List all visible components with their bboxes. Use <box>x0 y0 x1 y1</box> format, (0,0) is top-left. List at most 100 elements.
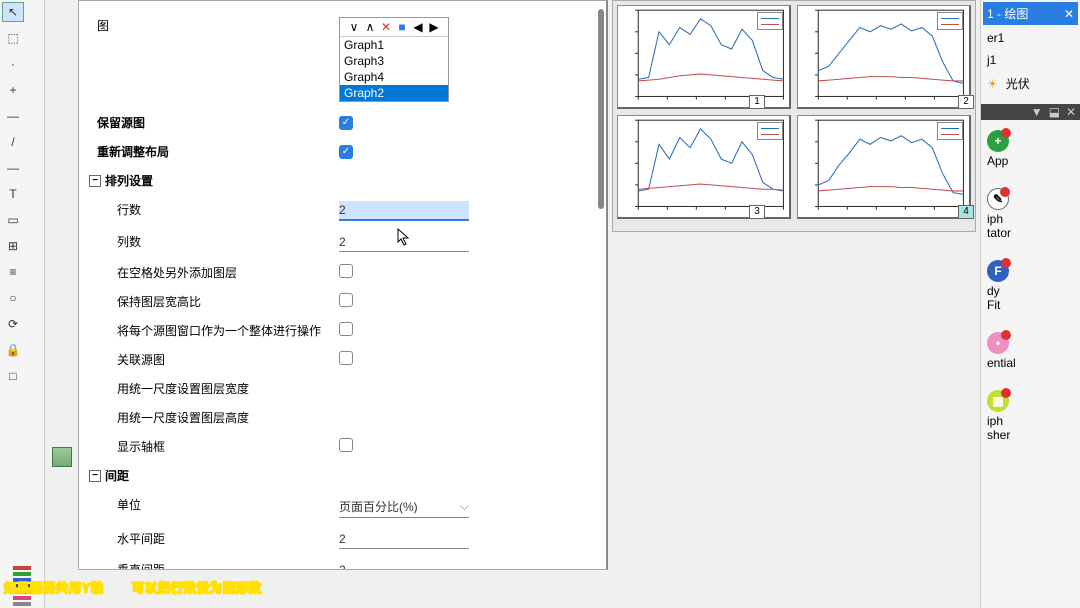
source-block-checkbox[interactable] <box>339 322 353 336</box>
close-panel-icon[interactable]: ✕ <box>1066 105 1076 119</box>
tool-5[interactable]: / <box>2 132 24 152</box>
chart-index-badge: 1 <box>749 95 765 109</box>
uniform-height-label: 用统一尺度设置图层高度 <box>89 409 339 426</box>
rearrange-checkbox[interactable]: ✓ <box>339 145 353 159</box>
show-axis-frame-label: 显示轴框 <box>89 438 339 455</box>
arrange-expander[interactable]: − <box>89 175 101 187</box>
right-item-j1[interactable]: j1 <box>981 49 1080 71</box>
keep-aspect-checkbox[interactable] <box>339 293 353 307</box>
keep-source-checkbox[interactable]: ✓ <box>339 116 353 130</box>
right-sidebar: 1 - 绘图 ✕ er1 j1 ☀ 光伏 ▼ ⬓ ✕ + App✎ iph ta… <box>980 0 1080 608</box>
listbox-tool-2[interactable]: ✕ <box>379 20 393 34</box>
h-gap-label: 水平间距 <box>89 530 339 547</box>
tool-3[interactable]: + <box>2 80 24 100</box>
cols-input[interactable] <box>339 233 469 252</box>
app-4[interactable]: ▦ iph sher <box>981 380 1080 452</box>
add-empty-checkbox[interactable] <box>339 264 353 278</box>
cols-label: 列数 <box>89 233 339 250</box>
left-toolbar: ↖ ⬚ · + — / — T ▭ ⊞ ≡ ○ ⟳ 🔒 □ <box>0 0 45 608</box>
spacing-section-label: 间距 <box>105 467 129 484</box>
listbox-tool-0[interactable]: ∨ <box>347 20 361 34</box>
app-3[interactable]: • ential <box>981 322 1080 380</box>
notification-dot-icon <box>1000 187 1010 197</box>
legend-icon <box>937 122 963 140</box>
chart-index-badge: 2 <box>958 95 974 109</box>
notification-dot-icon <box>1001 330 1011 340</box>
show-axis-frame-checkbox[interactable] <box>339 438 353 452</box>
rows-input[interactable] <box>339 201 469 221</box>
spacing-expander[interactable]: − <box>89 470 101 482</box>
link-source-label: 关联源图 <box>89 351 339 368</box>
chart-index-badge: 4 <box>958 205 974 219</box>
legend-icon <box>757 122 783 140</box>
tool-8[interactable]: ▭ <box>2 210 24 230</box>
listbox-item[interactable]: Graph2 <box>340 85 448 101</box>
close-icon[interactable]: ✕ <box>1064 7 1074 21</box>
listbox-tool-1[interactable]: ∧ <box>363 20 377 34</box>
right-tab-label: 1 - 绘图 <box>987 5 1028 22</box>
app-icon: + <box>987 130 1009 152</box>
app-0[interactable]: + App <box>981 120 1080 178</box>
tool-6[interactable]: — <box>2 158 24 178</box>
right-item-pv[interactable]: ☀ 光伏 <box>981 71 1080 96</box>
scrollbar[interactable] <box>598 9 604 209</box>
unit-value: 页面百分比(%) <box>339 498 418 515</box>
notification-dot-icon <box>1001 128 1011 138</box>
notification-dot-icon <box>1001 258 1011 268</box>
merge-graph-dialog: 图 ∨∧✕■◀▶ Graph1Graph3Graph4Graph2 保留源图 ✓… <box>78 0 608 570</box>
preview-chart-1[interactable]: 1 <box>617 5 791 109</box>
chart-index-badge: 3 <box>749 205 765 219</box>
add-empty-label: 在空格处另外添加图层 <box>89 264 339 281</box>
listbox-item[interactable]: Graph3 <box>340 53 448 69</box>
app-icon: F <box>987 260 1009 282</box>
tool-0[interactable]: ↖ <box>2 2 24 22</box>
app-icon: ▦ <box>987 390 1009 412</box>
listbox-tool-3[interactable]: ■ <box>395 20 409 34</box>
preview-chart-3[interactable]: 3 <box>617 115 791 219</box>
tool-4[interactable]: — <box>2 106 24 126</box>
tool-7[interactable]: T <box>2 184 24 204</box>
legend-icon <box>757 12 783 30</box>
source-block-label: 将每个源图窗口作为一个整体进行操作 <box>89 322 339 339</box>
tool-12[interactable]: ⟳ <box>2 314 24 334</box>
unit-select[interactable]: 页面百分比(%) ⌵ <box>339 496 469 518</box>
graph-listbox[interactable]: ∨∧✕■◀▶ Graph1Graph3Graph4Graph2 <box>339 17 449 102</box>
table-icon[interactable] <box>52 447 72 467</box>
app-label: iph tator <box>987 212 1011 240</box>
chevron-down-icon: ⌵ <box>460 499 469 514</box>
listbox-item[interactable]: Graph4 <box>340 69 448 85</box>
tool-14[interactable]: □ <box>2 366 24 386</box>
tool-13[interactable]: 🔒 <box>2 340 24 360</box>
rearrange-label: 重新调整布局 <box>89 143 339 160</box>
tool-10[interactable]: ≡ <box>2 262 24 282</box>
tool-2[interactable]: · <box>2 54 24 74</box>
right-item-er1[interactable]: er1 <box>981 27 1080 49</box>
right-window-tab[interactable]: 1 - 绘图 ✕ <box>983 2 1078 25</box>
app-label: ential <box>987 356 1016 370</box>
link-source-checkbox[interactable] <box>339 351 353 365</box>
tool-1[interactable]: ⬚ <box>2 28 24 48</box>
sun-icon: ☀ <box>987 77 998 91</box>
h-gap-input[interactable] <box>339 530 469 549</box>
app-1[interactable]: ✎ iph tator <box>981 178 1080 250</box>
pin-icon[interactable]: ⬓ <box>1049 105 1060 119</box>
app-2[interactable]: F dy Fit <box>981 250 1080 322</box>
keep-source-label: 保留源图 <box>89 114 339 131</box>
preview-panel: 1 2 3 4 <box>612 0 976 232</box>
listbox-tool-5[interactable]: ▶ <box>427 20 441 34</box>
notification-dot-icon <box>1001 388 1011 398</box>
arrange-section-label: 排列设置 <box>105 172 153 189</box>
settings-scroll: 图 ∨∧✕■◀▶ Graph1Graph3Graph4Graph2 保留源图 ✓… <box>79 1 606 569</box>
unit-label: 单位 <box>89 496 339 513</box>
caption-part2: 可以把行数设为图形数 <box>132 579 262 596</box>
preview-chart-2[interactable]: 2 <box>797 5 971 109</box>
preview-chart-4[interactable]: 4 <box>797 115 971 219</box>
listbox-item[interactable]: Graph1 <box>340 37 448 53</box>
app-icon: ✎ <box>987 188 1009 210</box>
subtitle-caption: 如果需要共用Y轴 可以把行数设为图形数 <box>0 566 1080 608</box>
listbox-tool-4[interactable]: ◀ <box>411 20 425 34</box>
tool-11[interactable]: ○ <box>2 288 24 308</box>
legend-icon <box>937 12 963 30</box>
dropdown-icon[interactable]: ▼ <box>1031 105 1043 119</box>
tool-9[interactable]: ⊞ <box>2 236 24 256</box>
